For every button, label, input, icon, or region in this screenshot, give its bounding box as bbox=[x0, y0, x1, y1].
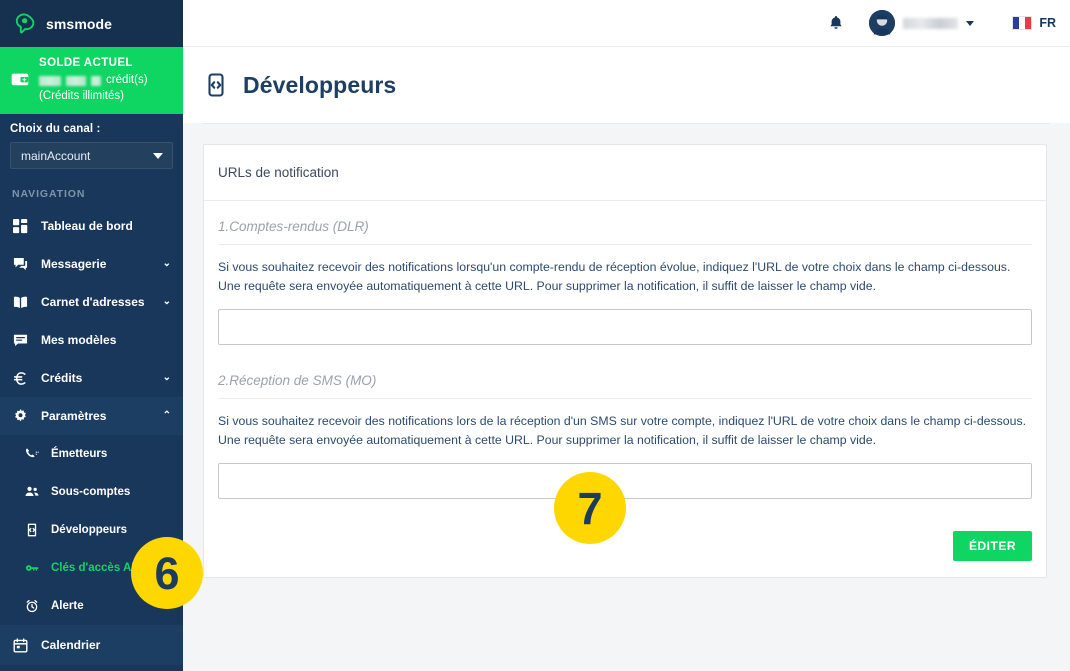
channel-select-value: mainAccount bbox=[21, 148, 91, 163]
avatar bbox=[869, 10, 896, 36]
sidebar-item-label: Calendrier bbox=[41, 638, 101, 652]
sidebar-item-credits[interactable]: Crédits ⌄ bbox=[0, 359, 183, 397]
dlr-url-input[interactable] bbox=[218, 309, 1032, 345]
annotation-badge-6: 6 bbox=[131, 537, 203, 609]
sidebar-item-emetteurs[interactable]: Émetteurs bbox=[0, 435, 183, 473]
channel-select[interactable]: mainAccount bbox=[10, 142, 173, 169]
developers-icon bbox=[24, 523, 40, 537]
chevron-up-icon: ⌃ bbox=[162, 410, 171, 421]
section-mo: 2.Réception de SMS (MO) Si vous souhaite… bbox=[218, 373, 1032, 499]
chat-icon bbox=[12, 257, 29, 272]
template-icon bbox=[12, 333, 29, 348]
address-book-icon bbox=[12, 295, 29, 310]
redacted-username bbox=[903, 17, 959, 29]
sidebar-item-carnet-adresses[interactable]: Carnet d'adresses ⌄ bbox=[0, 283, 183, 321]
key-icon bbox=[24, 561, 40, 575]
sidebar-item-calendrier[interactable]: Calendrier bbox=[0, 625, 183, 665]
page-header: Développeurs bbox=[183, 47, 1070, 123]
developers-icon bbox=[203, 72, 229, 98]
euro-icon bbox=[12, 371, 29, 386]
section-title: 2.Réception de SMS (MO) bbox=[218, 373, 1032, 399]
balance-panel: SOLDE ACTUEL crédit(s) (Crédits illimité… bbox=[0, 47, 183, 114]
chevron-down-icon: ⌄ bbox=[162, 258, 171, 269]
sidebar-item-label: Alerte bbox=[51, 600, 84, 612]
channel-selector-group: Choix du canal : mainAccount bbox=[0, 114, 183, 180]
balance-subtitle: (Crédits illimités) bbox=[39, 90, 124, 102]
sidebar-item-label: Carnet d'adresses bbox=[41, 295, 145, 309]
balance-title: SOLDE ACTUEL bbox=[39, 57, 133, 69]
brand-name: smsmode bbox=[46, 15, 113, 32]
sidebar-item-label: Mes modèles bbox=[41, 333, 117, 347]
sidebar-item-tableau-de-bord[interactable]: Tableau de bord bbox=[0, 207, 183, 245]
sidebar-item-label: Clés d'accès API bbox=[51, 562, 143, 574]
balance-unit: crédit(s) bbox=[106, 74, 148, 86]
main-area: FR Développeurs URLs de notification 1.C… bbox=[183, 0, 1070, 671]
sidebar-item-sous-comptes[interactable]: Sous-comptes bbox=[0, 473, 183, 511]
chevron-down-icon bbox=[153, 152, 163, 159]
sidebar-item-label: Sous-comptes bbox=[51, 486, 131, 498]
card-body: 1.Comptes-rendus (DLR) Si vous souhaitez… bbox=[204, 201, 1046, 577]
dashboard-icon bbox=[12, 218, 29, 234]
sidebar-item-label: Développeurs bbox=[51, 524, 128, 536]
sidebar-item-mes-modeles[interactable]: Mes modèles bbox=[0, 321, 183, 359]
wallet-icon bbox=[10, 69, 30, 89]
flag-france-icon bbox=[1012, 16, 1033, 30]
mo-url-input[interactable] bbox=[218, 463, 1032, 499]
section-dlr: 1.Comptes-rendus (DLR) Si vous souhaitez… bbox=[218, 219, 1032, 345]
card-title: URLs de notification bbox=[218, 165, 339, 180]
section-title: 1.Comptes-rendus (DLR) bbox=[218, 219, 1032, 245]
section-paragraph: Si vous souhaitez recevoir des notificat… bbox=[218, 260, 1011, 293]
content-area: URLs de notification 1.Comptes-rendus (D… bbox=[183, 124, 1070, 578]
sidebar-item-parametres[interactable]: Paramètres ⌃ bbox=[0, 397, 183, 435]
channel-label: Choix du canal : bbox=[10, 123, 101, 135]
alarm-clock-icon bbox=[24, 599, 40, 613]
chevron-down-icon bbox=[966, 20, 975, 26]
redacted-amount-part bbox=[91, 75, 101, 86]
edit-button[interactable]: ÉDITER bbox=[952, 531, 1032, 561]
card-header: URLs de notification bbox=[204, 145, 1046, 201]
chevron-down-icon: ⌄ bbox=[162, 372, 171, 383]
annotation-badge-7: 7 bbox=[554, 472, 626, 544]
sidebar-item-messagerie[interactable]: Messagerie ⌄ bbox=[0, 245, 183, 283]
brand-header[interactable]: smsmode bbox=[0, 0, 183, 47]
bell-icon[interactable] bbox=[821, 15, 851, 31]
redacted-amount-part bbox=[39, 75, 61, 86]
sidebar-item-label: Paramètres bbox=[41, 409, 107, 423]
page-title: Développeurs bbox=[243, 71, 397, 98]
gear-icon bbox=[12, 408, 29, 424]
section-paragraph: Si vous souhaitez recevoir des notificat… bbox=[218, 414, 1027, 447]
speech-bubble-logo-icon bbox=[12, 12, 36, 36]
card-actions: ÉDITER bbox=[218, 531, 1032, 561]
sidebar-item-label: Émetteurs bbox=[51, 448, 108, 460]
app-root: smsmode SOLDE ACTUEL crédit(s) (Crédits bbox=[0, 0, 1070, 671]
topbar: FR bbox=[183, 0, 1070, 47]
sidebar-item-label: Messagerie bbox=[41, 257, 107, 271]
phone-icon bbox=[24, 447, 40, 461]
calendar-icon bbox=[12, 637, 29, 653]
sidebar-item-label: Tableau de bord bbox=[41, 219, 133, 233]
nav-heading: NAVIGATION bbox=[12, 188, 86, 200]
sidebar-item-label: Crédits bbox=[41, 371, 83, 385]
chevron-down-icon: ⌄ bbox=[162, 296, 171, 307]
language-label: FR bbox=[1039, 16, 1056, 30]
users-icon bbox=[24, 485, 40, 499]
user-menu[interactable] bbox=[869, 10, 975, 36]
language-selector[interactable]: FR bbox=[1012, 16, 1056, 30]
redacted-amount-part bbox=[66, 75, 86, 86]
balance-amount-row: crédit(s) bbox=[39, 73, 148, 88]
